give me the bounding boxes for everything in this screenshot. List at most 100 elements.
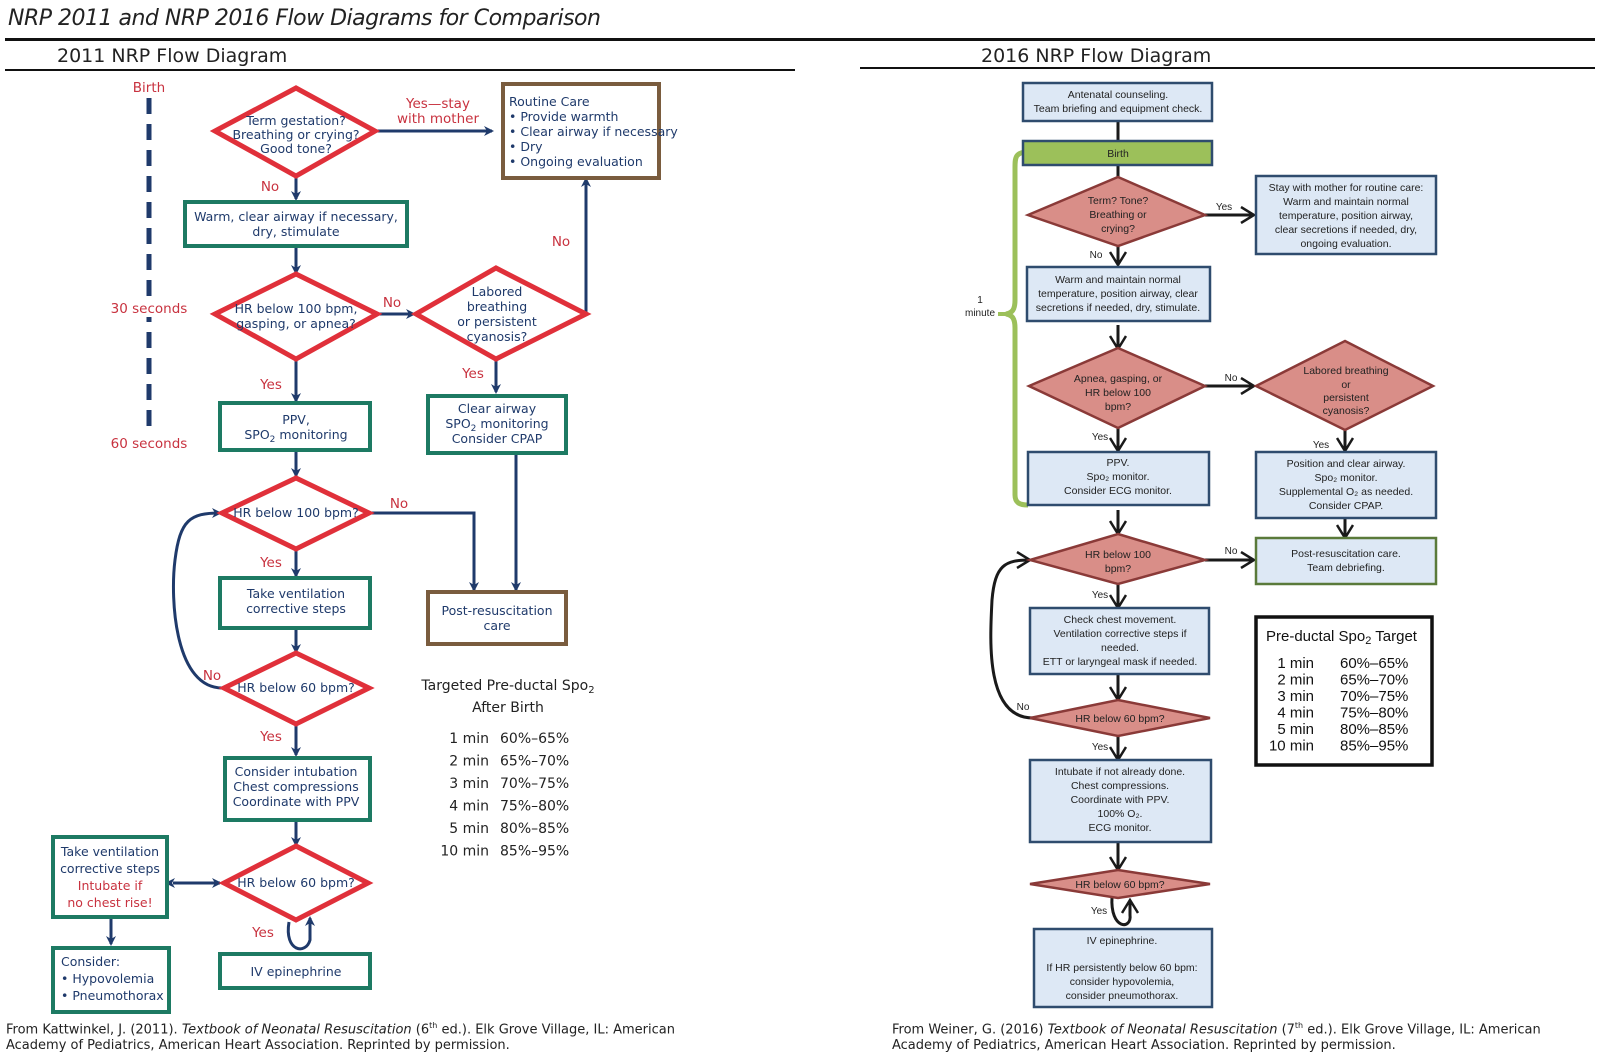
apnea-line-3: bpm? [1105, 401, 1131, 413]
stay-line-4: clear secretions if needed, dry, [1275, 224, 1417, 236]
spo2-row-time: 3 min [449, 776, 489, 792]
birth-label: Birth [1107, 148, 1129, 160]
spo2-row-time: 1 min [1277, 655, 1314, 672]
term-line-3: Good tone? [260, 141, 332, 156]
antenatal-line-1: Antenatal counseling. [1068, 89, 1168, 101]
term-tone-3: crying? [1101, 223, 1135, 235]
spo2-row-time: 5 min [449, 821, 489, 837]
spo2-row-time: 2 min [1277, 672, 1314, 689]
epi16-line-5: consider pneumothorax. [1066, 990, 1179, 1002]
post16-line-2: Team debriefing. [1307, 562, 1385, 574]
label16-yes-4: Yes [1092, 590, 1108, 601]
one-minute-bracket [1005, 149, 1029, 508]
spo2-row-range: 85%–95% [500, 844, 569, 860]
pos-line-4: Consider CPAP. [1309, 500, 1383, 512]
spo2-row-time: 5 min [1277, 721, 1314, 738]
label-yes-5: Yes [251, 925, 274, 941]
labored-line-3: or persistent [457, 314, 537, 329]
spo2-table-2016: Pre-ductal Spo2 Target 1 min 60%–65% 2 min… [1254, 615, 1434, 767]
spo2-row-range: 60%–65% [1340, 655, 1408, 672]
spo2-row-time: 2 min [449, 754, 489, 770]
label16-no-3: No [1225, 546, 1238, 557]
label16-no-4: No [1017, 702, 1030, 713]
hr100-text: HR below 100 bpm? [233, 505, 359, 520]
warm16-line-3: secretions if needed, dry, stimulate. [1036, 302, 1200, 314]
ppv16-line-3: Consider ECG monitor. [1064, 485, 1172, 497]
label-no-1: No [261, 179, 279, 195]
label-no-4: No [390, 496, 408, 512]
chest-line-2: Ventilation corrective steps if [1053, 628, 1186, 640]
labored-line-4: cyanosis? [467, 329, 528, 344]
spo2-row-range: 60%–65% [500, 731, 569, 747]
chest-line-1: Check chest movement. [1064, 614, 1177, 626]
intub16-line-2: Chest compressions. [1071, 780, 1169, 792]
stay-line-2: Warm and maintain normal [1283, 196, 1409, 208]
clear-line-3: Consider CPAP [452, 431, 543, 446]
spo2-2011-title-2: After Birth [472, 700, 544, 716]
chest-line-3: needed. [1101, 642, 1139, 654]
intub16-line-3: Coordinate with PPV. [1071, 794, 1170, 806]
label16-yes-3: Yes [1313, 440, 1329, 451]
spo2-row-time: 4 min [1277, 705, 1314, 722]
timeline-30s: 30 seconds [111, 301, 188, 317]
hr60a-text: HR below 60 bpm? [237, 680, 355, 695]
post-line-2: care [483, 618, 510, 633]
label-yes-2: Yes [461, 366, 484, 382]
spo2-2011-title-1: Targeted Pre-ductal Spo2 [420, 678, 594, 696]
term-tone-2: Breathing or [1089, 209, 1147, 221]
label16-yes-1: Yes [1216, 202, 1232, 213]
intub16-line-5: ECG monitor. [1088, 822, 1151, 834]
ppv16-line-1: PPV. [1107, 457, 1130, 469]
ppv16-line-2: Spo₂ monitor. [1086, 471, 1149, 483]
spo2-table-2011: Targeted Pre-ductal Spo2 After Birth 1 m… [420, 678, 594, 860]
hr60b-text: HR below 60 bpm? [237, 875, 355, 890]
label-no-2: No [552, 234, 570, 250]
spo2-row-time: 10 min [1269, 738, 1314, 755]
vi-line-4: no chest rise! [67, 895, 152, 910]
apnea-line-1: Apnea, gasping, or [1074, 373, 1163, 385]
warm16-line-1: Warm and maintain normal [1055, 274, 1181, 286]
hr100-16-line-1: HR below 100 [1085, 549, 1151, 561]
routine-line-2: • Provide warmth [509, 109, 618, 124]
hr100-16-line-2: bpm? [1105, 563, 1131, 575]
label-yes-stay-1: Yes—stay [405, 96, 470, 112]
spo2-row-range: 75%–80% [500, 799, 569, 815]
label-yes-1: Yes [259, 377, 282, 393]
hr60a-16-text: HR below 60 bpm? [1075, 713, 1164, 725]
vent-line-1: Take ventilation [246, 586, 345, 601]
term-tone-1: Term? Tone? [1088, 195, 1149, 207]
apnea-line-2: HR below 100 [1085, 387, 1151, 399]
vi-line-3: Intubate if [78, 878, 143, 893]
labored16-line-4: cyanosis? [1323, 405, 1370, 417]
spo2-row-time: 3 min [1277, 688, 1314, 705]
spo2-row-time: 4 min [449, 799, 489, 815]
spo2-row-range: 80%–85% [500, 821, 569, 837]
label-yes-4: Yes [259, 729, 282, 745]
term-line-2: Breathing or crying? [232, 127, 359, 142]
label16-yes-6: Yes [1091, 906, 1107, 917]
timeline: Birth 30 seconds 60 seconds [111, 80, 188, 452]
vent-line-2: corrective steps [246, 601, 346, 616]
stay-line-5: ongoing evaluation. [1300, 238, 1391, 250]
vi-line-1: Take ventilation [60, 844, 159, 859]
spo2-row-range: 80%–85% [1340, 721, 1408, 738]
diagram-2011: Birth 30 seconds 60 seconds Term gestati… [51, 80, 678, 1014]
intub-line-2: Chest compressions [233, 779, 359, 794]
spo2-row-range: 70%–75% [500, 776, 569, 792]
stay-line-3: temperature, position airway, [1279, 210, 1413, 222]
labored-line-2: breathing [467, 299, 527, 314]
label-no-5: No [203, 668, 221, 684]
routine-line-1: Routine Care [509, 94, 590, 109]
label-no-3: No [383, 295, 401, 311]
spo2-row-range: 70%–75% [1340, 688, 1408, 705]
label16-no-2: No [1225, 373, 1238, 384]
intub-line-3: Coordinate with PPV [233, 794, 360, 809]
citation-2011: From Kattwinkel, J. (2011). Textbook of … [6, 1021, 675, 1054]
spo2-row-range: 75%–80% [1340, 705, 1408, 722]
post-line-1: Post-resuscitation [441, 603, 552, 618]
labored16-line-3: persistent [1323, 392, 1369, 404]
warm16-line-2: temperature, position airway, clear [1038, 288, 1198, 300]
epi16-line-1: IV epinephrine. [1087, 935, 1158, 947]
routine-line-4: • Dry [509, 139, 543, 154]
citation-2016: From Weiner, G. (2016) Textbook of Neona… [892, 1021, 1541, 1054]
